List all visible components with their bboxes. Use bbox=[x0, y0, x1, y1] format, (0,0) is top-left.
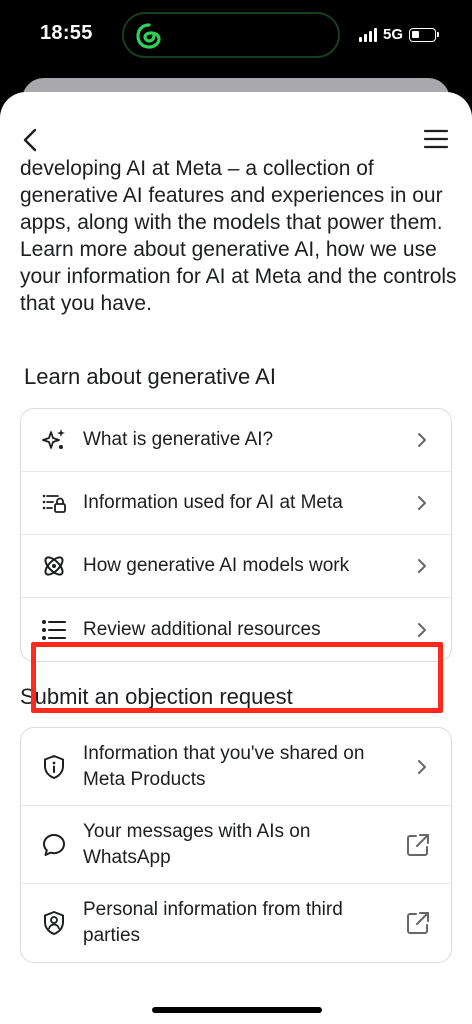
chevron-right-icon bbox=[418, 496, 426, 510]
cellular-signal-icon bbox=[358, 27, 377, 42]
submit-card: Information that you've shared on Meta P… bbox=[20, 727, 452, 963]
sparkles-icon bbox=[42, 429, 65, 449]
intro-paragraph-container: Learn how we use your information as we'… bbox=[20, 156, 460, 356]
hamburger-menu-icon[interactable] bbox=[424, 128, 448, 150]
info-lock-list-icon bbox=[42, 494, 66, 513]
list-item-whatsapp-ai-messages[interactable]: Your messages with AIs on WhatsApp bbox=[21, 806, 451, 884]
list-item-third-party-info[interactable]: Personal information from third parties bbox=[21, 884, 451, 962]
dynamic-island bbox=[122, 12, 340, 58]
list-item-additional-resources[interactable]: Review additional resources bbox=[21, 598, 451, 661]
list-item-label: What is generative AI? bbox=[83, 429, 274, 450]
status-bar: 18:55 5G bbox=[0, 0, 472, 70]
list-item-label: Information that you've shared on Meta P… bbox=[83, 742, 365, 790]
network-type: 5G bbox=[382, 26, 403, 43]
learn-card: What is generative AI? Information used … bbox=[20, 408, 452, 662]
learn-section-title: Learn about generative AI bbox=[24, 364, 276, 389]
external-link-icon bbox=[407, 833, 429, 856]
chat-bubble-icon bbox=[43, 833, 65, 856]
external-link-icon bbox=[407, 912, 429, 934]
status-time: 18:55 bbox=[40, 22, 93, 44]
chevron-right-icon bbox=[418, 433, 426, 447]
shield-person-icon bbox=[44, 911, 64, 935]
submit-section-title: Submit an objection request bbox=[20, 684, 293, 709]
home-indicator[interactable] bbox=[152, 1007, 322, 1013]
chevron-right-icon bbox=[418, 559, 426, 573]
list-item-info-shared-on-meta-products[interactable]: Information that you've shared on Meta P… bbox=[21, 728, 451, 806]
list-item-label: Personal information from third parties bbox=[83, 899, 343, 946]
battery-icon bbox=[409, 27, 439, 42]
scroll-content[interactable]: Learn how we use your information as we'… bbox=[0, 156, 472, 1024]
atom-icon bbox=[44, 556, 64, 576]
list-item-label: How generative AI models work bbox=[83, 555, 350, 576]
intro-paragraph: Learn how we use your information as we'… bbox=[20, 157, 457, 315]
chevron-left-icon[interactable] bbox=[16, 122, 46, 158]
privacy-sheet: Learn how we use your information as we'… bbox=[0, 92, 472, 1024]
shield-info-icon bbox=[44, 754, 64, 779]
list-item-label: Review additional resources bbox=[83, 618, 321, 640]
list-item-what-is-generative-ai[interactable]: What is generative AI? bbox=[21, 409, 451, 472]
status-indicators: 5G bbox=[358, 26, 439, 43]
list-item-label: Information used for AI at Meta bbox=[83, 492, 343, 513]
list-item-label: Your messages with AIs on WhatsApp bbox=[83, 820, 311, 868]
list-item-how-models-work[interactable]: How generative AI models work bbox=[21, 535, 451, 598]
chevron-right-icon bbox=[418, 622, 426, 637]
threads-green-icon bbox=[136, 23, 161, 49]
bullet-list-icon bbox=[42, 619, 66, 640]
list-item-information-used-for-ai[interactable]: Information used for AI at Meta bbox=[21, 472, 451, 535]
chevron-right-icon bbox=[418, 759, 426, 774]
